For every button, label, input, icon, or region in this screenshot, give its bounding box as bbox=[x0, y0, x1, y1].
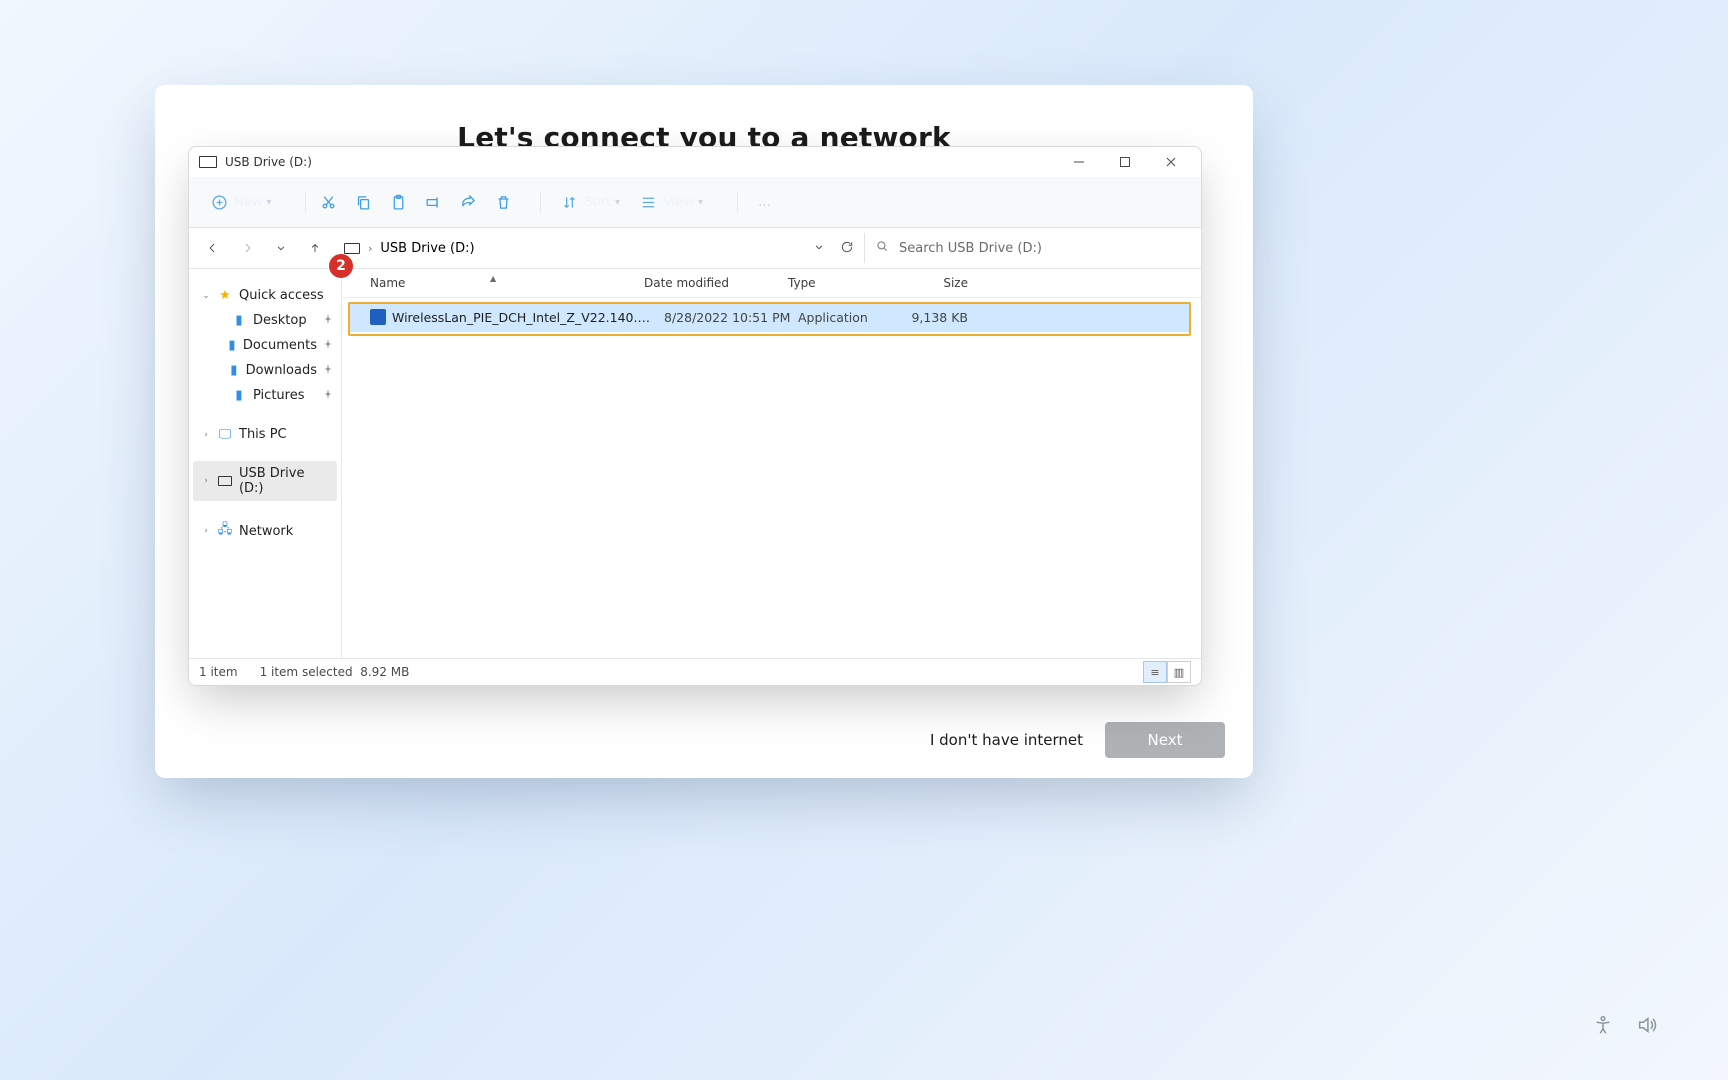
plus-circle-icon bbox=[211, 194, 228, 211]
copy-icon[interactable] bbox=[355, 194, 372, 211]
col-date[interactable]: Date modified bbox=[644, 276, 788, 290]
search-input[interactable]: Search USB Drive (D:) bbox=[864, 233, 1191, 263]
nav-tree: ⌄ ★ Quick access ▮Desktop ▮Documents ▮Do… bbox=[189, 269, 342, 658]
step-badge: 2 bbox=[329, 254, 353, 278]
application-icon bbox=[370, 309, 386, 325]
view-button[interactable]: View▾ bbox=[634, 190, 709, 215]
window-title: USB Drive (D:) bbox=[225, 155, 312, 169]
volume-icon[interactable] bbox=[1636, 1014, 1658, 1040]
pin-icon bbox=[323, 363, 333, 378]
delete-icon[interactable] bbox=[495, 194, 512, 211]
minimize-button[interactable] bbox=[1057, 148, 1101, 176]
chevron-down-icon: ⌄ bbox=[201, 291, 211, 301]
chevron-down-icon[interactable] bbox=[812, 239, 826, 258]
monitor-icon: 🖵 bbox=[217, 427, 233, 442]
sort-asc-icon: ▲ bbox=[490, 274, 496, 283]
col-type[interactable]: Type bbox=[788, 276, 904, 290]
pin-icon bbox=[323, 338, 333, 353]
forward-button[interactable] bbox=[233, 234, 261, 262]
recent-button[interactable] bbox=[267, 234, 295, 262]
file-row[interactable]: WirelessLan_PIE_DCH_Intel_Z_V22.140.0.3_… bbox=[348, 302, 1191, 332]
folder-icon: ▮ bbox=[227, 338, 237, 353]
col-name[interactable]: Name bbox=[370, 276, 405, 290]
cut-icon[interactable] bbox=[320, 194, 337, 211]
tree-quick-access[interactable]: ⌄ ★ Quick access bbox=[193, 283, 337, 308]
status-bar: 1 item 1 item selected 8.92 MB ≡ ▥ bbox=[189, 658, 1201, 685]
file-name: WirelessLan_PIE_DCH_Intel_Z_V22.140.0.3_… bbox=[392, 310, 664, 325]
up-button[interactable] bbox=[301, 234, 329, 262]
tree-desktop[interactable]: ▮Desktop bbox=[207, 308, 337, 333]
command-bar: New▾ Sort▾ View▾ … bbox=[189, 177, 1201, 228]
sort-button[interactable]: Sort▾ bbox=[555, 190, 626, 215]
tree-network[interactable]: ›🖧Network bbox=[193, 515, 337, 547]
drive-icon bbox=[344, 243, 360, 254]
folder-icon: ▮ bbox=[231, 313, 247, 328]
item-count: 1 item bbox=[199, 665, 238, 679]
breadcrumb[interactable]: › USB Drive (D:) bbox=[335, 241, 806, 256]
breadcrumb-segment[interactable]: USB Drive (D:) bbox=[380, 241, 474, 256]
details-view-button[interactable]: ≡ bbox=[1143, 661, 1167, 683]
accessibility-icon[interactable] bbox=[1592, 1014, 1614, 1040]
drive-icon bbox=[217, 476, 233, 486]
network-icon: 🖧 bbox=[217, 520, 233, 542]
column-headers[interactable]: Name ▲ Date modified Type Size bbox=[342, 269, 1201, 298]
tree-usb-drive[interactable]: ›USB Drive (D:) bbox=[193, 461, 337, 501]
view-icon bbox=[640, 194, 657, 211]
next-button[interactable]: Next bbox=[1105, 722, 1225, 758]
new-button[interactable]: New▾ bbox=[205, 190, 277, 215]
sort-icon bbox=[561, 194, 578, 211]
chevron-right-icon: › bbox=[201, 526, 211, 536]
file-date: 8/28/2022 10:51 PM bbox=[664, 310, 798, 325]
back-button[interactable] bbox=[199, 234, 227, 262]
paste-icon[interactable] bbox=[390, 194, 407, 211]
file-type: Application bbox=[798, 310, 904, 325]
drive-icon bbox=[199, 156, 217, 168]
chevron-right-icon: › bbox=[201, 476, 211, 486]
system-tray bbox=[1592, 1014, 1658, 1040]
more-button[interactable]: … bbox=[752, 191, 777, 214]
titlebar[interactable]: USB Drive (D:) bbox=[189, 147, 1201, 177]
no-internet-link[interactable]: I don't have internet bbox=[930, 731, 1083, 749]
col-size[interactable]: Size bbox=[904, 276, 978, 290]
pin-icon bbox=[323, 313, 333, 328]
refresh-button[interactable] bbox=[840, 239, 854, 258]
share-icon[interactable] bbox=[460, 194, 477, 211]
folder-icon: ▮ bbox=[228, 363, 239, 378]
thumbnails-view-button[interactable]: ▥ bbox=[1167, 661, 1191, 683]
selected-size: 8.92 MB bbox=[360, 665, 409, 679]
tree-downloads[interactable]: ▮Downloads bbox=[207, 358, 337, 383]
file-explorer-window: USB Drive (D:) New▾ Sort▾ bbox=[188, 146, 1202, 686]
star-icon: ★ bbox=[217, 288, 233, 303]
rename-icon[interactable] bbox=[425, 194, 442, 211]
close-button[interactable] bbox=[1149, 148, 1193, 176]
search-placeholder: Search USB Drive (D:) bbox=[899, 241, 1042, 256]
file-size: 9,138 KB bbox=[904, 310, 968, 325]
file-list: Name ▲ Date modified Type Size WirelessLa… bbox=[342, 269, 1201, 658]
maximize-button[interactable] bbox=[1103, 148, 1147, 176]
chevron-right-icon: › bbox=[201, 430, 211, 440]
tree-pictures[interactable]: ▮Pictures bbox=[207, 383, 337, 408]
search-icon bbox=[875, 239, 889, 257]
tree-documents[interactable]: ▮Documents bbox=[207, 333, 337, 358]
selected-count: 1 item selected bbox=[260, 665, 353, 679]
pin-icon bbox=[323, 388, 333, 403]
folder-icon: ▮ bbox=[231, 388, 247, 403]
tree-this-pc[interactable]: ›🖵This PC bbox=[193, 422, 337, 447]
